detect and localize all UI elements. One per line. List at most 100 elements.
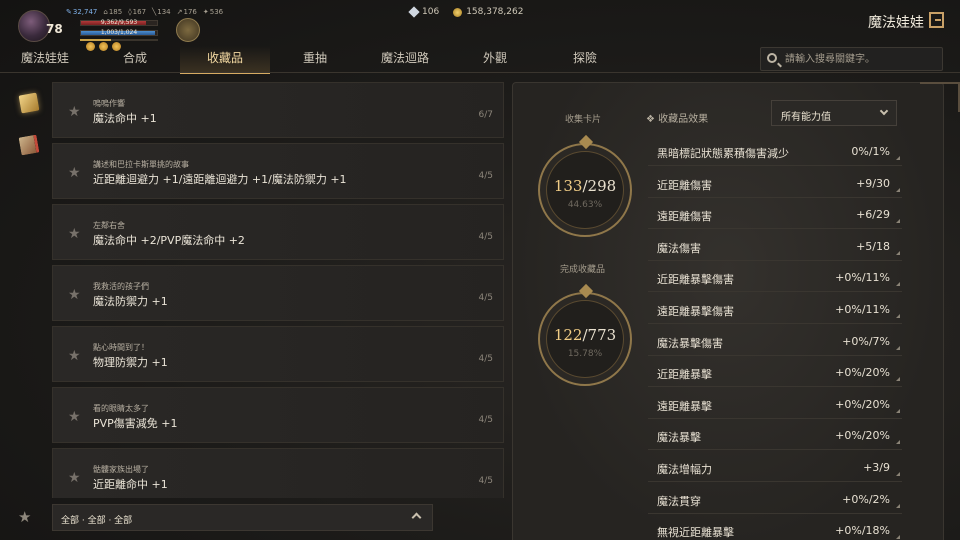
shield-icon: ◊ xyxy=(128,8,132,16)
collection-name: 骷髏家族出場了 xyxy=(93,465,149,474)
effect-row[interactable]: 遠距離傷害 +6/29 xyxy=(648,198,902,230)
collection-book-icon[interactable] xyxy=(18,92,40,114)
tab-magic-circuit[interactable]: 魔法迴路 xyxy=(360,46,450,72)
list-item[interactable]: ★ 我救活的孩子們 魔法防禦力 +1 4/5 xyxy=(52,265,504,321)
cards-label: 收集卡片 xyxy=(565,115,602,125)
mp-bar: 1,003/1,024 xyxy=(80,29,158,36)
player-level: 78 xyxy=(46,22,63,36)
stat-2-value: 167 xyxy=(132,8,147,16)
corner-marker-icon xyxy=(896,187,900,192)
sword-icon: ╲ xyxy=(152,8,157,16)
tab-appearance[interactable]: 外觀 xyxy=(450,46,540,72)
favorite-star-icon[interactable]: ★ xyxy=(68,470,81,486)
collection-name: 左鄰右舍 xyxy=(93,221,125,230)
effects-label: ❖ 收藏品效果 xyxy=(646,114,709,125)
favorite-star-icon[interactable]: ★ xyxy=(68,104,81,120)
effect-value: +0%/2% xyxy=(842,492,890,506)
favorite-star-icon[interactable]: ★ xyxy=(68,409,81,425)
effect-row[interactable]: 魔法暴擊 +0%/20% xyxy=(648,419,902,451)
list-item[interactable]: ★ 嗚嗚作響 魔法命中 +1 6/7 xyxy=(52,82,504,138)
favorite-star-icon[interactable]: ★ xyxy=(68,287,81,303)
search-box[interactable] xyxy=(760,47,943,71)
effect-name: 遠距離暴擊傷害 xyxy=(657,305,734,318)
collection-effect: 魔法防禦力 +1 xyxy=(93,295,168,308)
favorite-star-icon[interactable]: ★ xyxy=(68,226,81,242)
collection-progress: 4/5 xyxy=(478,415,493,425)
corner-marker-icon xyxy=(896,156,900,160)
favorite-star-icon[interactable]: ★ xyxy=(68,165,81,181)
tab-divider xyxy=(0,72,960,73)
chevron-up-icon xyxy=(411,512,422,523)
list-item[interactable]: ★ 講述和巴拉卡斯單挑的故事 近距離迴避力 +1/遠距離迴避力 +1/魔法防禦力… xyxy=(52,143,504,199)
feather-icon: ✎ xyxy=(66,8,72,16)
complete-have: 122 xyxy=(553,326,583,344)
stat-4: ↗ 176 xyxy=(177,8,197,16)
collection-name: 看的眼睛太多了 xyxy=(93,404,149,413)
effect-value: +0%/11% xyxy=(835,271,890,285)
effect-row[interactable]: 近距離傷害 +9/30 xyxy=(648,167,902,198)
clan-emblem-icon[interactable] xyxy=(176,18,200,42)
gem-currency: 106 xyxy=(408,6,440,18)
stat-filter-dropdown[interactable]: 所有能力值 xyxy=(771,100,897,126)
collection-progress: 4/5 xyxy=(478,232,493,242)
magic-icon: ✦ xyxy=(202,8,209,16)
effect-row[interactable]: 近距離暴擊傷害 +0%/11% xyxy=(648,261,902,293)
stat-5-value: 536 xyxy=(209,8,224,16)
collection-effect: 魔法命中 +2/PVP魔法命中 +2 xyxy=(93,234,245,247)
tab-collection[interactable]: 收藏品 xyxy=(180,46,270,74)
effect-row[interactable]: 遠距離暴擊 +0%/20% xyxy=(648,388,902,419)
gold-amount: 158,378,262 xyxy=(466,7,524,17)
card-book-icon[interactable] xyxy=(18,134,40,156)
dropdown-value: 所有能力值 xyxy=(781,112,831,123)
xp-fill xyxy=(80,39,112,41)
complete-count: 122/773 xyxy=(540,326,630,344)
favorite-star-icon[interactable]: ★ xyxy=(68,348,81,364)
tab-bar: 魔法娃娃 合成 收藏品 重抽 魔法迴路 外觀 探險 xyxy=(0,46,680,74)
effect-row[interactable]: 黑暗標記狀態累積傷害減少 0%/1% xyxy=(648,135,902,166)
tab-reroll[interactable]: 重抽 xyxy=(270,46,360,72)
effect-value: +0%/20% xyxy=(835,366,890,380)
diamond-icon xyxy=(408,6,420,18)
effect-name: 魔法暴擊傷害 xyxy=(657,336,723,350)
effect-value: +0%/20% xyxy=(835,429,890,443)
stat-3: ╲ 134 xyxy=(152,8,171,16)
gold-currency: 158,378,262 xyxy=(453,7,523,17)
complete-progress-ring: 122/773 15.78% xyxy=(538,283,632,386)
effect-name: 無視近距離暴擊 xyxy=(657,526,734,540)
favorites-filter-star-icon[interactable]: ★ xyxy=(18,508,31,526)
corner-marker-icon xyxy=(896,219,900,224)
list-item[interactable]: ★ 骷髏家族出場了 近距離命中 +1 4/5 xyxy=(52,448,504,498)
effect-row[interactable]: 遠距離暴擊傷害 +0%/11% xyxy=(648,293,902,324)
stat-1-value: 185 xyxy=(108,8,123,16)
stat-4-value: 176 xyxy=(183,8,197,16)
collection-name: 我救活的孩子們 xyxy=(93,282,149,291)
effect-row[interactable]: 魔法增幅力 +3/9 xyxy=(648,451,902,482)
complete-total: /773 xyxy=(582,326,617,344)
tab-synthesis[interactable]: 合成 xyxy=(90,46,180,72)
effect-row[interactable]: 無視近距離暴擊 +0%/18% xyxy=(648,514,902,540)
filter-dropdown[interactable]: 全部 · 全部 · 全部 xyxy=(52,504,433,531)
effect-value: +9/30 xyxy=(856,176,890,190)
tab-expedition[interactable]: 探險 xyxy=(540,46,630,72)
hp-text: 9,362/9,593 xyxy=(100,19,138,26)
search-icon[interactable] xyxy=(767,53,777,63)
list-item[interactable]: ★ 左鄰右舍 魔法命中 +2/PVP魔法命中 +2 4/5 xyxy=(52,204,504,260)
effect-name: 魔法暴擊 xyxy=(657,431,701,445)
effect-row[interactable]: 魔法暴擊傷害 +0%/7% xyxy=(648,325,902,356)
mana-value: 32,747 xyxy=(72,8,98,16)
effect-row[interactable]: 近距離暴擊 +0%/20% xyxy=(648,356,902,388)
gem-amount: 106 xyxy=(422,7,440,17)
tab-magic-doll[interactable]: 魔法娃娃 xyxy=(0,46,90,72)
corner-marker-icon xyxy=(896,314,900,318)
effect-name: 魔法傷害 xyxy=(657,241,701,255)
list-item[interactable]: ★ 看的眼睛太多了 PVP傷害減免 +1 4/5 xyxy=(52,387,504,443)
stat-2: ◊ 167 xyxy=(128,8,146,16)
effect-row[interactable]: 魔法貫穿 +0%/2% xyxy=(648,483,902,514)
list-item[interactable]: ★ 點心時間到了！ 物理防禦力 +1 4/5 xyxy=(52,326,504,382)
search-input[interactable] xyxy=(785,51,935,67)
stat-line: ✎ 32,747 ⌂ 185 ◊ 167 ╲ 134 ↗ 176 ✦ 536 xyxy=(66,8,223,16)
effect-row[interactable]: 魔法傷害 +5/18 xyxy=(648,230,902,261)
exit-icon[interactable] xyxy=(929,12,944,28)
effect-value: +3/9 xyxy=(863,461,890,474)
effect-value: 0%/1% xyxy=(851,145,890,158)
